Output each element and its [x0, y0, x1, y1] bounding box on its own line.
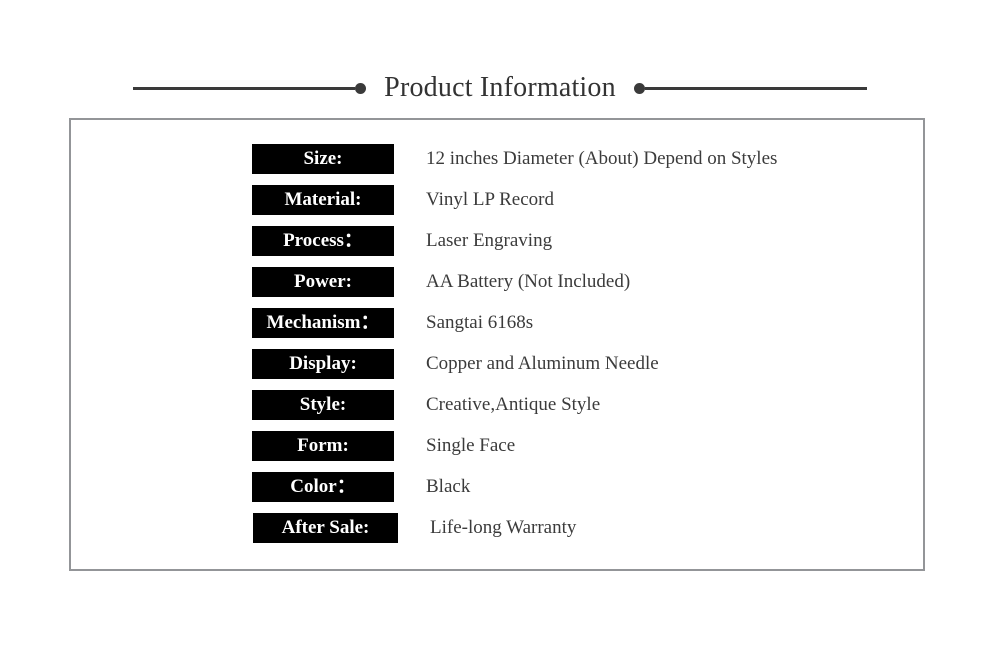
spec-value-material: Vinyl LP Record — [426, 189, 554, 210]
table-row: Power: AA Battery (Not Included) — [252, 267, 912, 297]
spec-label-process: Process： — [252, 226, 394, 256]
spec-label-display: Display: — [252, 349, 394, 379]
page-title: Product Information — [384, 72, 616, 103]
spec-label-material: Material: — [252, 185, 394, 215]
spec-label-after-sale: After Sale: — [253, 513, 398, 543]
table-row: Process： Laser Engraving — [252, 226, 912, 256]
spec-value-display: Copper and Aluminum Needle — [426, 353, 659, 374]
table-row: Mechanism： Sangtai 6168s — [252, 308, 912, 338]
title-rule-left — [133, 86, 356, 90]
product-info-panel: Size: 12 inches Diameter (About) Depend … — [69, 118, 925, 571]
bullet-dot-icon-left — [355, 82, 367, 94]
spec-label-style: Style: — [252, 390, 394, 420]
title-rule-right — [644, 86, 867, 90]
spec-value-mechanism: Sangtai 6168s — [426, 312, 534, 333]
spec-value-after-sale: Life-long Warranty — [430, 517, 577, 538]
spec-value-power: AA Battery (Not Included) — [426, 271, 631, 292]
table-row: Style: Creative,Antique Style — [252, 390, 912, 420]
spec-label-power: Power: — [252, 267, 394, 297]
table-row: Color： Black — [252, 472, 912, 502]
spec-label-size: Size: — [252, 144, 394, 174]
spec-value-form: Single Face — [426, 435, 516, 456]
spec-value-color: Black — [426, 476, 471, 497]
table-row: After Sale: Life-long Warranty — [252, 513, 912, 543]
spec-table: Size: 12 inches Diameter (About) Depend … — [252, 144, 912, 543]
spec-label-form: Form: — [252, 431, 394, 461]
spec-value-size: 12 inches Diameter (About) Depend on Sty… — [426, 148, 778, 169]
table-row: Material: Vinyl LP Record — [252, 185, 912, 215]
table-row: Size: 12 inches Diameter (About) Depend … — [252, 144, 912, 174]
product-information-page: Product Information Size: 12 inches Diam… — [0, 0, 1000, 660]
spec-value-process: Laser Engraving — [426, 230, 553, 251]
spec-label-color: Color： — [252, 472, 394, 502]
table-row: Form: Single Face — [252, 431, 912, 461]
spec-label-mechanism: Mechanism： — [252, 308, 394, 338]
page-header: Product Information — [0, 62, 1000, 114]
table-row: Display: Copper and Aluminum Needle — [252, 349, 912, 379]
bullet-dot-icon-right — [633, 82, 645, 94]
spec-value-style: Creative,Antique Style — [426, 394, 601, 415]
